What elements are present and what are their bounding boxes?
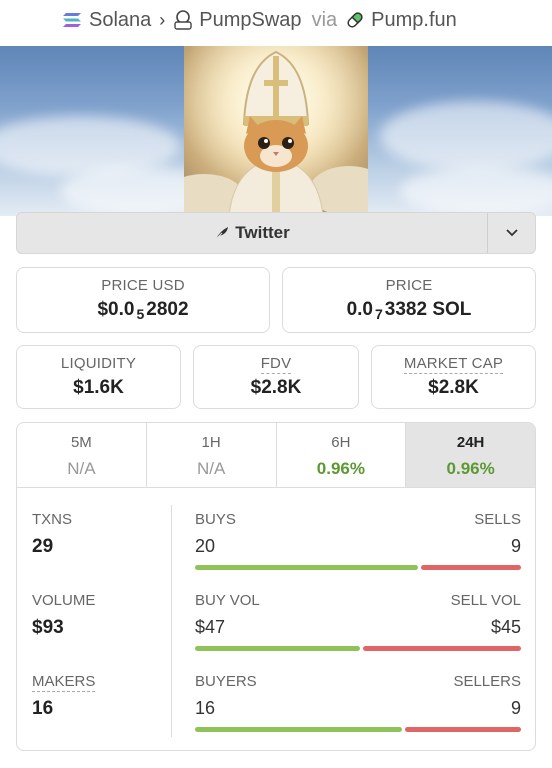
fdv-value: $2.8K — [250, 377, 302, 398]
makers-label: MAKERS — [32, 673, 96, 692]
pumpswap-icon — [174, 10, 192, 30]
liquidity-label: LIQUIDITY — [60, 355, 137, 372]
twitter-button[interactable]: Twitter — [17, 213, 487, 253]
txns-stat: TXNS 29 — [32, 511, 72, 558]
volume-value: $93 — [32, 617, 64, 638]
price-native-box: PRICE 0.0 7 3382 SOL — [282, 267, 536, 333]
solana-icon — [63, 13, 81, 27]
tab-label: 24H — [456, 434, 485, 451]
buyers-value: 16 — [195, 698, 216, 718]
sells-fill — [421, 565, 521, 570]
sellers-fill — [405, 727, 521, 732]
price-native-label: PRICE — [385, 277, 433, 294]
price-native-value: 0.0 7 3382 SOL — [346, 299, 472, 322]
buys-sells-bar: BUYS SELLS 20 9 — [195, 511, 521, 570]
chevron-down-icon — [505, 229, 518, 237]
market-cap-box[interactable]: MARKET CAP $2.8K — [371, 345, 536, 409]
sellers-value: 9 — [510, 698, 521, 718]
fdv-label: FDV — [260, 355, 292, 374]
volume-stat: VOLUME $93 — [32, 592, 95, 639]
volume-label: VOLUME — [32, 592, 96, 609]
sells-value: 9 — [510, 536, 521, 556]
panel-divider — [171, 505, 172, 737]
txns-value: 29 — [32, 536, 54, 557]
buy-vol-label: BUY VOL — [195, 592, 260, 609]
buyers-label: BUYERS — [195, 673, 257, 690]
makers-value: 16 — [32, 698, 54, 719]
price-usd-zero-count: 5 — [136, 306, 145, 322]
social-dropdown-button[interactable] — [487, 213, 535, 253]
tab-6h[interactable]: 6H 0.96% — [277, 423, 407, 487]
chevron-right-icon: › — [159, 9, 166, 30]
timeframe-tabs: 5M N/A 1H N/A 6H 0.96% 24H 0.96% — [16, 422, 536, 488]
tab-change: 0.96% — [446, 459, 495, 478]
price-usd-label: PRICE USD — [101, 277, 185, 294]
tab-change: N/A — [196, 459, 226, 478]
sells-label: SELLS — [474, 511, 521, 528]
market-cap-label: MARKET CAP — [403, 355, 504, 374]
sell-vol-fill — [362, 646, 521, 651]
twitter-label: Twitter — [235, 223, 290, 242]
sell-vol-label: SELL VOL — [450, 592, 521, 609]
buys-fill — [195, 565, 419, 570]
makers-bar: BUYERS SELLERS 16 9 — [195, 673, 521, 732]
liquidity-box: LIQUIDITY $1.6K — [16, 345, 181, 409]
price-usd-box: PRICE USD $0.0 5 2802 — [16, 267, 270, 333]
buy-vol-value: $47 — [195, 617, 226, 637]
dex-link[interactable]: PumpSwap — [199, 9, 301, 32]
makers-stat[interactable]: MAKERS 16 — [32, 673, 96, 720]
buys-label: BUYS — [195, 511, 236, 528]
buys-sells-ratio-bar — [195, 565, 521, 570]
volume-bar: BUY VOL SELL VOL $47 $45 — [195, 592, 521, 651]
social-links-bar: Twitter — [16, 212, 536, 254]
token-avatar-image — [184, 46, 368, 216]
txns-label: TXNS — [32, 511, 73, 528]
fdv-box[interactable]: FDV $2.8K — [193, 345, 359, 409]
volume-ratio-bar — [195, 646, 521, 651]
via-text: via — [311, 8, 338, 31]
tab-label: 1H — [201, 434, 221, 451]
sell-vol-value: $45 — [490, 617, 521, 637]
pill-icon — [347, 12, 363, 28]
price-native-zero-count: 7 — [375, 306, 383, 322]
feather-icon — [215, 227, 229, 240]
buyers-fill — [195, 727, 403, 732]
price-usd-value: $0.0 5 2802 — [97, 299, 189, 322]
sellers-label: SELLERS — [453, 673, 521, 690]
tab-1h[interactable]: 1H N/A — [147, 423, 277, 487]
makers-ratio-bar — [195, 727, 521, 732]
trade-stats-panel: TXNS 29 VOLUME $93 MAKERS 16 BUYS SELLS 2… — [16, 487, 536, 751]
market-cap-value: $2.8K — [428, 377, 479, 398]
tab-change: 0.96% — [316, 459, 365, 478]
chain-link[interactable]: Solana — [89, 9, 151, 32]
liquidity-value: $1.6K — [73, 377, 124, 398]
tab-label: 6H — [331, 434, 351, 451]
tab-change: N/A — [67, 459, 96, 478]
buys-value: 20 — [195, 536, 216, 556]
tab-24h[interactable]: 24H 0.96% — [406, 423, 535, 487]
tab-label: 5M — [70, 434, 92, 451]
launchpad-link[interactable]: Pump.fun — [371, 9, 457, 32]
buy-vol-fill — [195, 646, 360, 651]
breadcrumb: Solana › PumpSwap via Pump.fun — [0, 0, 552, 40]
tab-5m[interactable]: 5M N/A — [17, 423, 147, 487]
